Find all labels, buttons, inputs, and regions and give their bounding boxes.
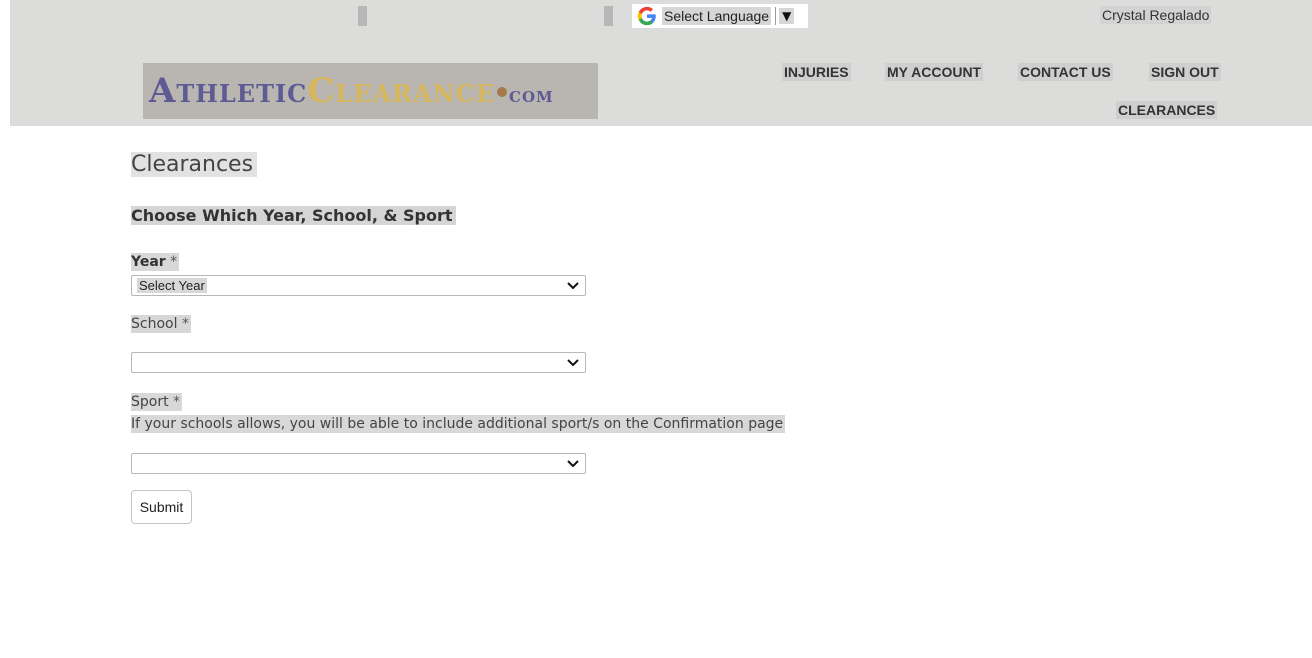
athleticclearance-logo[interactable]: AthleticClearance com (143, 63, 598, 119)
nav-contact-us[interactable]: CONTACT US (1018, 63, 1113, 81)
site-header: Select Language ▼ Crystal Regalado Athle… (10, 0, 1312, 126)
user-name[interactable]: Crystal Regalado (1100, 6, 1212, 24)
logo-text: AthleticClearance com (149, 74, 554, 108)
school-select[interactable] (131, 352, 586, 373)
chevron-down-icon (567, 459, 579, 467)
nav-injuries[interactable]: INJURIES (782, 63, 851, 81)
language-selector-divider (775, 7, 777, 25)
page-title: Clearances (131, 152, 258, 177)
logo-text-part3: com (509, 82, 554, 108)
sport-label-text: Sport (131, 394, 169, 410)
required-marker: * (170, 254, 178, 270)
logo-text-part2: Clearance (307, 71, 496, 111)
year-select[interactable]: Select Year (131, 275, 586, 296)
year-label-text: Year (131, 254, 166, 270)
header-divider (604, 6, 613, 26)
chevron-down-icon (567, 358, 579, 366)
school-label-text: School (131, 316, 178, 332)
school-label: School * (131, 315, 191, 333)
sport-select[interactable] (131, 453, 586, 474)
year-label: Year * (131, 253, 180, 271)
sport-helper-text: If your schools allows, you will be able… (131, 415, 786, 433)
left-margin (0, 0, 10, 658)
submit-button[interactable]: Submit (131, 490, 192, 524)
required-marker: * (173, 394, 181, 410)
nav-sign-out[interactable]: SIGN OUT (1149, 63, 1221, 81)
required-marker: * (181, 316, 189, 332)
nav-clearances[interactable]: CLEARANCES (1116, 101, 1218, 119)
sport-label: Sport * (131, 393, 183, 411)
google-g-icon (637, 6, 656, 26)
dropdown-arrow-icon: ▼ (779, 8, 795, 24)
chevron-down-icon (567, 281, 579, 289)
nav-my-account[interactable]: MY ACCOUNT (885, 63, 984, 81)
year-select-value: Select Year (137, 278, 207, 293)
language-selector[interactable]: Select Language ▼ (632, 4, 808, 28)
logo-text-part1: Athletic (149, 71, 308, 111)
section-title: Choose Which Year, School, & Sport (131, 206, 456, 225)
header-divider (358, 6, 367, 26)
ball-icon (497, 87, 508, 97)
language-selector-label: Select Language (662, 7, 772, 25)
